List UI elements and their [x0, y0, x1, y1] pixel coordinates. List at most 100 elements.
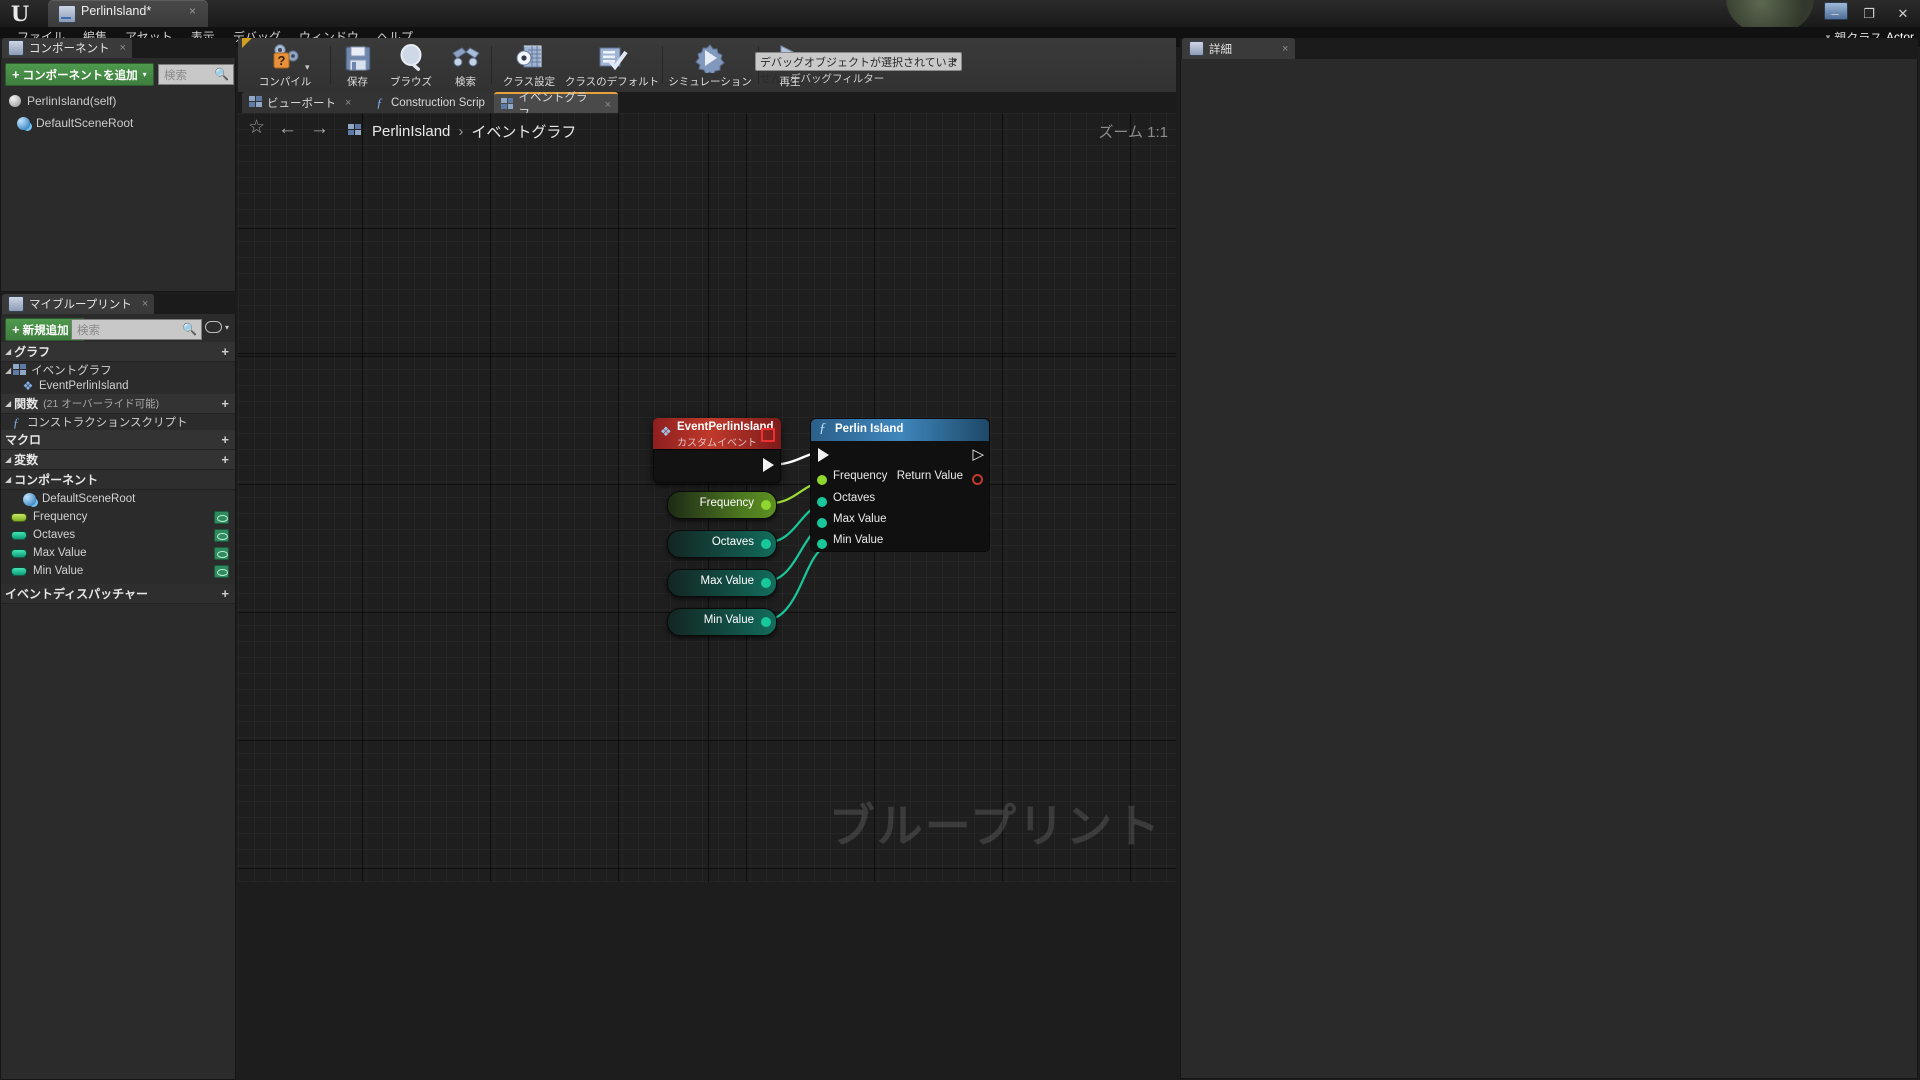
- close-icon[interactable]: ×: [142, 298, 148, 310]
- node-get-max-value[interactable]: Max Value: [667, 569, 777, 597]
- document-tab-label: PerlinIsland*: [81, 4, 152, 18]
- bookmark-star-icon[interactable]: ☆: [248, 116, 265, 139]
- list-item-variable-frequency[interactable]: Frequency: [1, 508, 235, 526]
- maximize-button[interactable]: ❐: [1852, 0, 1886, 27]
- class-settings-button[interactable]: クラス設定: [494, 38, 564, 92]
- close-icon[interactable]: ×: [189, 4, 196, 18]
- section-header-graphs[interactable]: ◢ グラフ +: [1, 342, 235, 362]
- plus-icon: +: [12, 67, 20, 82]
- save-icon: [342, 43, 374, 73]
- forward-arrow-icon[interactable]: →: [310, 118, 329, 140]
- function-icon: ƒ: [12, 414, 20, 430]
- tab-components[interactable]: コンポーネント ×: [2, 38, 132, 58]
- simulate-button[interactable]: シミュレーション: [664, 38, 756, 92]
- add-function-button[interactable]: +: [221, 396, 229, 411]
- breadcrumb-current[interactable]: イベントグラフ: [471, 121, 576, 142]
- find-button[interactable]: 検索: [442, 38, 489, 92]
- add-graph-button[interactable]: +: [221, 344, 229, 359]
- output-pin[interactable]: [761, 578, 771, 588]
- plus-icon: +: [12, 322, 20, 337]
- node-breakpoint-icon[interactable]: [761, 428, 775, 442]
- output-label-return-value: Return Value: [896, 470, 963, 482]
- variable-type-pill: [11, 566, 27, 576]
- list-item-variable-min-value[interactable]: Min Value: [1, 562, 235, 580]
- list-item-label: DefaultSceneRoot: [42, 493, 136, 505]
- tab-my-blueprint[interactable]: マイブループリント ×: [2, 294, 155, 314]
- breadcrumb: PerlinIsland › イベントグラフ: [348, 121, 576, 142]
- input-pin-max-value[interactable]: [817, 518, 827, 528]
- node-get-min-value[interactable]: Min Value: [667, 608, 777, 636]
- list-item-variable-max-value[interactable]: Max Value: [1, 544, 235, 562]
- node-header: ❖ EventPerlinIsland カスタムイベント: [653, 418, 781, 450]
- input-pin-min-value[interactable]: [817, 539, 827, 549]
- class-defaults-button[interactable]: クラスのデフォルト: [564, 38, 660, 92]
- document-tab[interactable]: PerlinIsland* ×: [48, 0, 208, 27]
- minimize-button[interactable]: –: [1818, 0, 1852, 27]
- visibility-options-button[interactable]: ▾: [204, 321, 229, 333]
- output-pin[interactable]: [761, 539, 771, 549]
- output-pin[interactable]: [761, 617, 771, 627]
- input-pin-frequency[interactable]: [817, 475, 827, 485]
- add-component-button[interactable]: + コンポーネントを追加 ▾: [5, 63, 154, 86]
- compile-button[interactable]: ? コンパイル: [242, 38, 328, 92]
- add-macro-button[interactable]: +: [221, 432, 229, 447]
- close-icon[interactable]: ×: [120, 42, 126, 54]
- zoom-level-label: ズーム 1:1: [1098, 124, 1168, 141]
- list-item-default-scene-root[interactable]: DefaultSceneRoot: [1, 490, 235, 508]
- eye-icon[interactable]: [214, 546, 229, 560]
- breadcrumb-root[interactable]: PerlinIsland: [372, 123, 450, 140]
- tab-my-blueprint-label: マイブループリント: [29, 299, 132, 311]
- components-icon: [8, 40, 24, 56]
- save-button[interactable]: 保存: [334, 38, 381, 92]
- close-icon[interactable]: ×: [1282, 43, 1288, 55]
- components-search-input[interactable]: 検索 🔍: [158, 64, 234, 85]
- exec-output-pin[interactable]: ▷: [972, 447, 984, 462]
- title-bar: U PerlinIsland* × – ❐ ✕: [0, 0, 1920, 32]
- list-item-variable-octaves[interactable]: Octaves: [1, 526, 235, 544]
- section-header-macros[interactable]: マクロ +: [1, 430, 235, 450]
- list-item-event-graph[interactable]: ◢ イベントグラフ: [1, 362, 235, 378]
- eye-icon[interactable]: [214, 564, 229, 578]
- details-panel: 詳細 ×: [1180, 38, 1918, 1079]
- add-dispatcher-button[interactable]: +: [221, 586, 229, 601]
- compile-icon: ?: [269, 43, 301, 73]
- components-panel-body: + コンポーネントを追加 ▾ 検索 🔍 PerlinIsland(self) D…: [0, 58, 236, 292]
- my-blueprint-search-input[interactable]: 検索 🔍: [71, 319, 202, 340]
- section-header-variables[interactable]: ◢ 変数 +: [1, 450, 235, 470]
- close-icon[interactable]: ×: [605, 99, 611, 111]
- tab-event-graph[interactable]: イベントグラフ ×: [494, 92, 618, 120]
- blueprint-toolbar: ? コンパイル ▾ 保存 ブラウズ 検索 クラス設定 クラスのデフォルト シミュ…: [238, 38, 1176, 93]
- component-tree-row-root[interactable]: DefaultSceneRoot: [1, 112, 235, 134]
- graph-canvas[interactable]: ☆ ← → PerlinIsland › イベントグラフ ズーム 1:1 ❖ E…: [238, 113, 1176, 882]
- tab-details[interactable]: 詳細 ×: [1182, 38, 1296, 59]
- input-pin-octaves[interactable]: [817, 497, 827, 507]
- node-get-frequency[interactable]: Frequency: [667, 491, 777, 519]
- exec-input-pin[interactable]: [818, 448, 829, 462]
- component-tree-row-self[interactable]: PerlinIsland(self): [1, 90, 235, 112]
- function-icon: ƒ: [819, 421, 826, 436]
- eye-icon[interactable]: [214, 510, 229, 524]
- output-pin[interactable]: [761, 500, 771, 510]
- close-icon[interactable]: ×: [345, 97, 351, 109]
- close-button[interactable]: ✕: [1886, 0, 1920, 27]
- exec-output-pin[interactable]: [763, 458, 774, 472]
- find-label: 検索: [455, 76, 476, 88]
- node-get-octaves[interactable]: Octaves: [667, 530, 777, 558]
- my-blueprint-panel: マイブループリント × + 新規追加 ▾ 検索 🔍 ▾ ◢ グ: [0, 294, 236, 1080]
- compile-dropdown-caret[interactable]: ▾: [305, 62, 310, 73]
- node-event-perlin-island[interactable]: ❖ EventPerlinIsland カスタムイベント: [653, 418, 781, 483]
- back-arrow-icon[interactable]: ←: [278, 118, 297, 140]
- toolbar-separator: [662, 46, 663, 84]
- debug-filter-label: デバッグフィルター: [790, 73, 885, 85]
- section-header-components[interactable]: ◢ コンポーネント: [1, 470, 235, 490]
- eye-icon[interactable]: [214, 528, 229, 542]
- list-item-construction-script[interactable]: ƒ コンストラクションスクリプト: [1, 414, 235, 430]
- section-header-event-dispatchers[interactable]: イベントディスパッチャー +: [1, 584, 235, 604]
- browse-button[interactable]: ブラウズ: [383, 38, 439, 92]
- debug-object-select[interactable]: デバッグオブジェクトが選択されていません ▾: [755, 52, 962, 85]
- section-header-functions[interactable]: ◢ 関数 (21 オーバーライド可能) +: [1, 394, 235, 414]
- output-pin-return-value[interactable]: [972, 474, 983, 485]
- list-item-event-perlin-island[interactable]: ❖ EventPerlinIsland: [1, 378, 235, 394]
- add-variable-button[interactable]: +: [221, 452, 229, 467]
- node-perlin-island[interactable]: ƒ Perlin Island ▷ Frequency Return Value…: [810, 418, 990, 552]
